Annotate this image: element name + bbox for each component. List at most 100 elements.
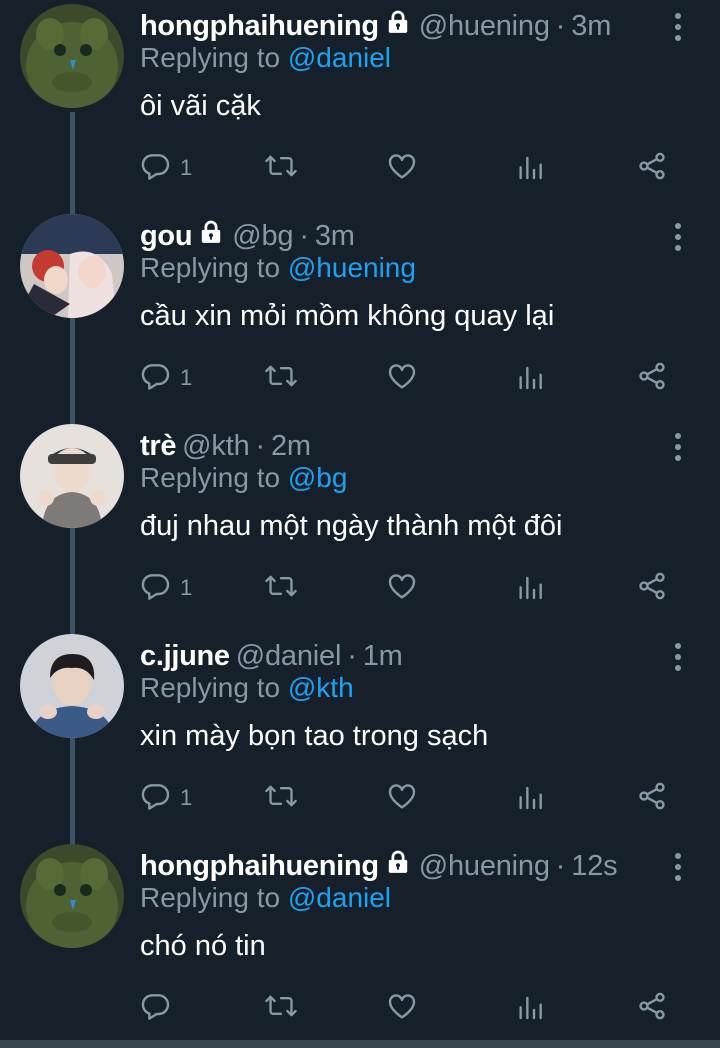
retweet-icon — [264, 360, 298, 397]
green-plush-avatar[interactable] — [20, 844, 124, 948]
timestamp[interactable]: 1m — [363, 640, 403, 673]
user-handle[interactable]: @huening — [419, 10, 550, 43]
mention-link[interactable]: @daniel — [288, 882, 391, 913]
share-button[interactable] — [636, 778, 668, 818]
green-plush-avatar[interactable] — [20, 4, 124, 108]
replying-to: Replying to @bg — [140, 462, 347, 494]
mention-link[interactable]: @kth — [288, 672, 354, 703]
timestamp[interactable]: 3m — [315, 220, 355, 253]
person-avatar[interactable] — [20, 634, 124, 738]
retweet-button[interactable] — [264, 148, 298, 188]
display-name[interactable]: hongphaihuening — [140, 850, 379, 883]
analytics-icon — [514, 360, 546, 397]
tweet-text: ôi vãi cặk — [140, 90, 261, 122]
analytics-button[interactable] — [514, 778, 546, 818]
replying-to: Replying to @daniel — [140, 882, 391, 914]
share-icon — [636, 780, 668, 817]
retweet-icon — [264, 780, 298, 817]
lock-icon — [385, 849, 411, 883]
tweet-5[interactable]: hongphaihuening @huening · 12s Replying … — [0, 840, 720, 1048]
analytics-button[interactable] — [514, 568, 546, 608]
more-options-icon[interactable] — [666, 222, 690, 252]
more-options-icon[interactable] — [666, 852, 690, 882]
timestamp[interactable]: 3m — [571, 10, 611, 43]
retweet-button[interactable] — [264, 568, 298, 608]
share-button[interactable] — [636, 568, 668, 608]
mention-link[interactable]: @bg — [288, 462, 348, 493]
replying-to: Replying to @daniel — [140, 42, 391, 74]
timestamp[interactable]: 2m — [271, 430, 311, 463]
tweet-1[interactable]: hongphaihuening @huening · 3m Replying t… — [0, 0, 720, 210]
tweet-3[interactable]: trè @kth · 2m Replying to @bg đuj nhau m… — [0, 420, 720, 630]
reply-button[interactable] — [140, 988, 180, 1028]
heart-icon — [386, 990, 418, 1027]
replying-to-label: Replying to — [140, 42, 281, 73]
reply-icon — [140, 150, 172, 187]
reply-count: 1 — [180, 575, 193, 600]
share-button[interactable] — [636, 988, 668, 1028]
reply-icon — [140, 360, 172, 397]
share-icon — [636, 360, 668, 397]
retweet-icon — [264, 990, 298, 1027]
like-button[interactable] — [386, 568, 418, 608]
reply-icon — [140, 780, 172, 817]
reply-icon — [140, 990, 172, 1027]
share-button[interactable] — [636, 358, 668, 398]
reply-button[interactable]: 1 — [140, 148, 192, 188]
analytics-button[interactable] — [514, 988, 546, 1028]
display-name[interactable]: gou — [140, 220, 193, 253]
lock-icon — [198, 219, 224, 253]
mention-link[interactable]: @daniel — [288, 42, 391, 73]
retweet-button[interactable] — [264, 358, 298, 398]
user-handle[interactable]: @kth — [182, 430, 250, 463]
more-options-icon[interactable] — [666, 642, 690, 672]
timestamp[interactable]: 12s — [571, 850, 617, 883]
mention-link[interactable]: @huening — [288, 252, 416, 283]
tweet-text: xin mày bọn tao trong sạch — [140, 720, 489, 752]
bottom-divider — [0, 1040, 720, 1048]
reply-button[interactable]: 1 — [140, 778, 192, 818]
display-name[interactable]: hongphaihuening — [140, 10, 379, 43]
person-cap-avatar[interactable] — [20, 424, 124, 528]
user-handle[interactable]: @huening — [419, 850, 550, 883]
tweet-actions: 1 — [140, 148, 700, 188]
analytics-button[interactable] — [514, 358, 546, 398]
like-button[interactable] — [386, 988, 418, 1028]
retweet-button[interactable] — [264, 778, 298, 818]
like-button[interactable] — [386, 148, 418, 188]
reply-thread: hongphaihuening @huening · 3m Replying t… — [0, 0, 720, 1048]
like-button[interactable] — [386, 778, 418, 818]
display-name[interactable]: trè — [140, 430, 176, 463]
tweet-actions: 1 — [140, 778, 700, 818]
replying-to-label: Replying to — [140, 252, 281, 283]
retweet-button[interactable] — [264, 988, 298, 1028]
share-icon — [636, 570, 668, 607]
replying-to: Replying to @kth — [140, 672, 354, 704]
share-button[interactable] — [636, 148, 668, 188]
tweet-text: cầu xin mỏi mồm không quay lại — [140, 300, 555, 332]
analytics-button[interactable] — [514, 148, 546, 188]
anime-avatar[interactable] — [20, 214, 124, 318]
like-button[interactable] — [386, 358, 418, 398]
retweet-icon — [264, 150, 298, 187]
tweet-2[interactable]: gou @bg · 3m Replying to @huening cầu xi… — [0, 210, 720, 420]
tweet-header: hongphaihuening @huening · 3m — [140, 8, 611, 44]
heart-icon — [386, 360, 418, 397]
replying-to: Replying to @huening — [140, 252, 416, 284]
retweet-icon — [264, 570, 298, 607]
analytics-icon — [514, 780, 546, 817]
reply-button[interactable]: 1 — [140, 358, 192, 398]
analytics-icon — [514, 990, 546, 1027]
analytics-icon — [514, 150, 546, 187]
user-handle[interactable]: @bg — [232, 220, 293, 253]
tweet-actions — [140, 988, 700, 1028]
display-name[interactable]: c.jjune — [140, 640, 230, 673]
more-options-icon[interactable] — [666, 12, 690, 42]
heart-icon — [386, 570, 418, 607]
reply-button[interactable]: 1 — [140, 568, 192, 608]
tweet-4[interactable]: c.jjune @daniel · 1m Replying to @kth xi… — [0, 630, 720, 840]
heart-icon — [386, 150, 418, 187]
tweet-actions: 1 — [140, 358, 700, 398]
more-options-icon[interactable] — [666, 432, 690, 462]
user-handle[interactable]: @daniel — [236, 640, 342, 673]
